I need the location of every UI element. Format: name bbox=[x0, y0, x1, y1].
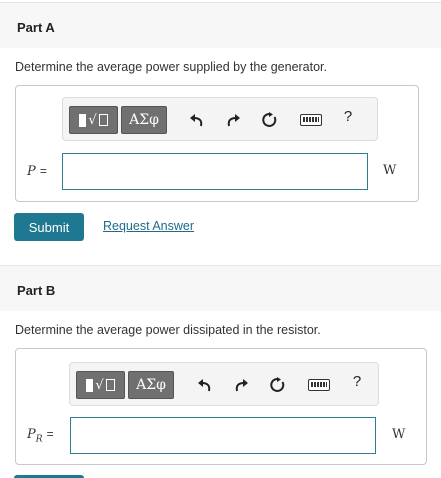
redo-button[interactable] bbox=[222, 108, 244, 132]
part-b-title: Part B bbox=[17, 283, 56, 298]
reset-icon bbox=[270, 377, 285, 392]
request-answer-link[interactable]: Request Answer bbox=[103, 219, 194, 233]
undo-button[interactable] bbox=[186, 108, 208, 132]
part-a-math-toolbar: √ ΑΣφ ? bbox=[62, 97, 378, 141]
templates-button[interactable]: √ bbox=[76, 371, 125, 399]
help-icon[interactable]: ? bbox=[341, 108, 355, 125]
part-b-question: Determine the average power dissipated i… bbox=[15, 323, 321, 337]
part-a-answer-input[interactable] bbox=[62, 153, 368, 190]
greek-letters-button[interactable]: ΑΣφ bbox=[128, 371, 174, 399]
greek-letters-icon: ΑΣφ bbox=[129, 112, 159, 128]
part-b-answer-input[interactable] bbox=[70, 417, 376, 454]
part-b-variable-label: PR = bbox=[27, 427, 54, 445]
reset-button[interactable] bbox=[259, 108, 281, 132]
part-a-unit: W bbox=[383, 163, 397, 178]
templates-icon bbox=[86, 378, 94, 392]
templates-button[interactable]: √ bbox=[69, 106, 118, 134]
redo-icon bbox=[235, 379, 248, 392]
reset-button[interactable] bbox=[267, 373, 289, 397]
undo-button[interactable] bbox=[194, 373, 216, 397]
keyboard-icon[interactable] bbox=[308, 379, 330, 391]
part-b-unit: W bbox=[392, 427, 406, 442]
help-icon[interactable]: ? bbox=[350, 373, 364, 390]
submit-button[interactable]: Submit bbox=[14, 213, 84, 241]
undo-icon bbox=[190, 114, 203, 127]
part-a-title: Part A bbox=[17, 20, 55, 35]
greek-letters-icon: ΑΣφ bbox=[136, 377, 166, 393]
part-b-header: Part B bbox=[0, 265, 441, 311]
reset-icon bbox=[262, 112, 277, 127]
redo-button[interactable] bbox=[230, 373, 252, 397]
templates-icon bbox=[79, 113, 87, 127]
part-a-question: Determine the average power supplied by … bbox=[15, 60, 327, 74]
undo-icon bbox=[198, 379, 211, 392]
part-a-variable-label: P = bbox=[27, 164, 47, 179]
greek-letters-button[interactable]: ΑΣφ bbox=[121, 106, 167, 134]
part-a-header: Part A bbox=[0, 2, 441, 48]
part-a-answer-box: √ ΑΣφ ? P = W bbox=[15, 85, 419, 202]
redo-icon bbox=[227, 114, 240, 127]
part-b-answer-box: √ ΑΣφ ? PR = W bbox=[15, 348, 427, 465]
part-b-math-toolbar: √ ΑΣφ ? bbox=[69, 362, 379, 406]
keyboard-icon[interactable] bbox=[300, 114, 322, 126]
